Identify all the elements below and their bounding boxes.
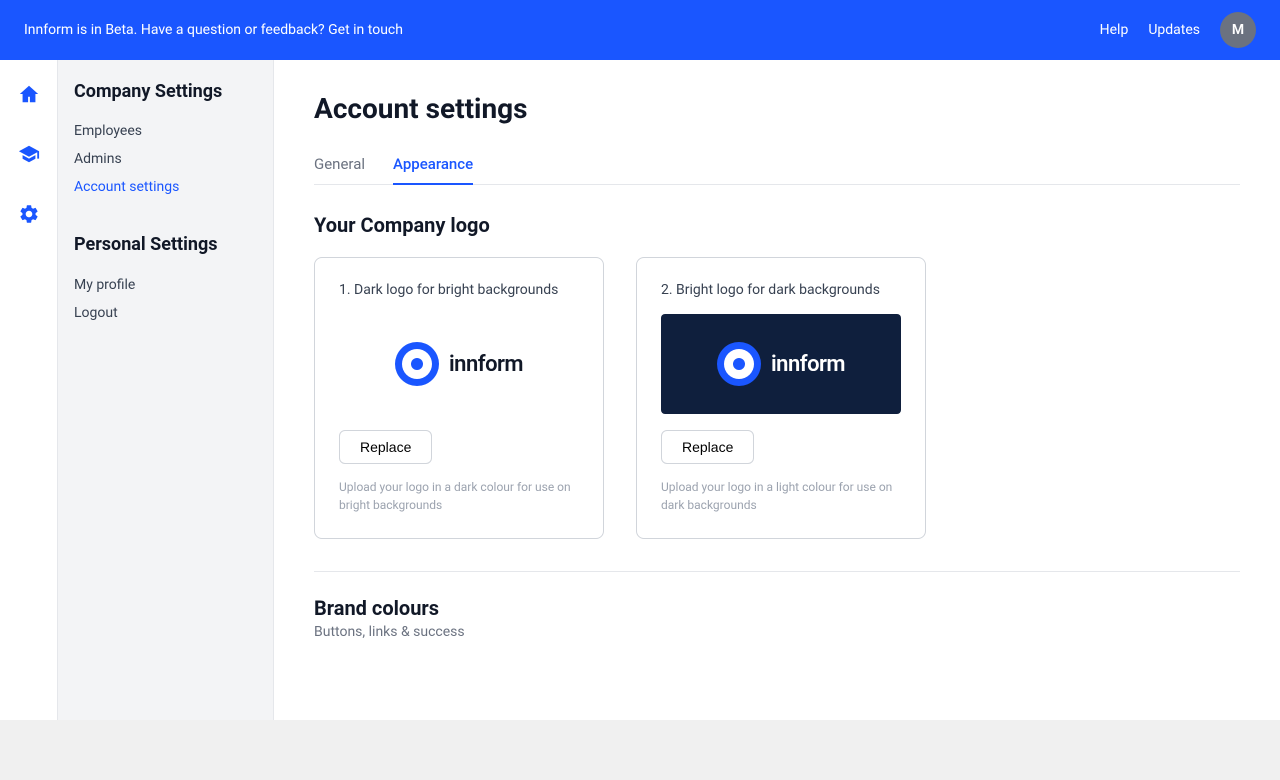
icon-sidebar bbox=[0, 60, 58, 720]
main-content: Account settings General Appearance Your… bbox=[274, 60, 1280, 720]
section-divider bbox=[314, 571, 1240, 572]
nav-sidebar: Company Settings Employees Admins Accoun… bbox=[58, 60, 274, 720]
logo-card-light-label: 1. Dark logo for bright backgrounds bbox=[339, 282, 579, 298]
logo-card-dark: 2. Bright logo for dark backgrounds innf… bbox=[636, 257, 926, 539]
logo-card-light: 1. Dark logo for bright backgrounds innf… bbox=[314, 257, 604, 539]
logo-card-dark-label: 2. Bright logo for dark backgrounds bbox=[661, 282, 901, 298]
logo-section-title: Your Company logo bbox=[314, 213, 1240, 237]
replace-button-light[interactable]: Replace bbox=[339, 430, 432, 464]
top-banner: Innform is in Beta. Have a question or f… bbox=[0, 0, 1280, 60]
logo-circle-inner-dark bbox=[724, 349, 754, 379]
logo-wordmark-light: innform bbox=[449, 352, 523, 377]
banner-text: Innform is in Beta. Have a question or f… bbox=[24, 22, 403, 38]
logo-cards-row: 1. Dark logo for bright backgrounds innf… bbox=[314, 257, 1240, 539]
tabs-bar: General Appearance bbox=[314, 145, 1240, 185]
personal-settings-title: Personal Settings bbox=[74, 233, 257, 256]
avatar[interactable]: M bbox=[1220, 12, 1256, 48]
logo-circle-inner-light bbox=[402, 349, 432, 379]
updates-link[interactable]: Updates bbox=[1148, 22, 1200, 38]
logo-wordmark-dark: innform bbox=[771, 352, 845, 377]
tab-general[interactable]: General bbox=[314, 145, 365, 185]
nav-my-profile[interactable]: My profile bbox=[74, 271, 257, 299]
courses-nav-icon[interactable] bbox=[11, 136, 47, 172]
logo-preview-light: innform bbox=[339, 314, 579, 414]
page-title: Account settings bbox=[314, 92, 1240, 125]
settings-nav-icon[interactable] bbox=[11, 196, 47, 232]
logo-dot-dark bbox=[733, 358, 745, 370]
brand-section-sub: Buttons, links & success bbox=[314, 624, 1240, 640]
banner-right: Help Updates M bbox=[1100, 12, 1256, 48]
logo-circle-dark bbox=[717, 342, 761, 386]
innform-logo-light: innform bbox=[395, 342, 523, 386]
innform-logo-dark: innform bbox=[717, 342, 845, 386]
company-settings-title: Company Settings bbox=[74, 80, 257, 103]
logo-dot-light bbox=[411, 358, 423, 370]
logo-hint-light: Upload your logo in a dark colour for us… bbox=[339, 478, 579, 514]
logo-hint-dark: Upload your logo in a light colour for u… bbox=[661, 478, 901, 514]
nav-account-settings[interactable]: Account settings bbox=[74, 173, 257, 201]
main-layout: Company Settings Employees Admins Accoun… bbox=[0, 60, 1280, 720]
nav-employees[interactable]: Employees bbox=[74, 117, 257, 145]
logo-preview-dark: innform bbox=[661, 314, 901, 414]
tab-appearance[interactable]: Appearance bbox=[393, 145, 473, 185]
nav-logout[interactable]: Logout bbox=[74, 299, 257, 327]
help-link[interactable]: Help bbox=[1100, 22, 1129, 38]
brand-section-title: Brand colours bbox=[314, 596, 1240, 620]
replace-button-dark[interactable]: Replace bbox=[661, 430, 754, 464]
logo-circle-light bbox=[395, 342, 439, 386]
home-nav-icon[interactable] bbox=[11, 76, 47, 112]
nav-admins[interactable]: Admins bbox=[74, 145, 257, 173]
